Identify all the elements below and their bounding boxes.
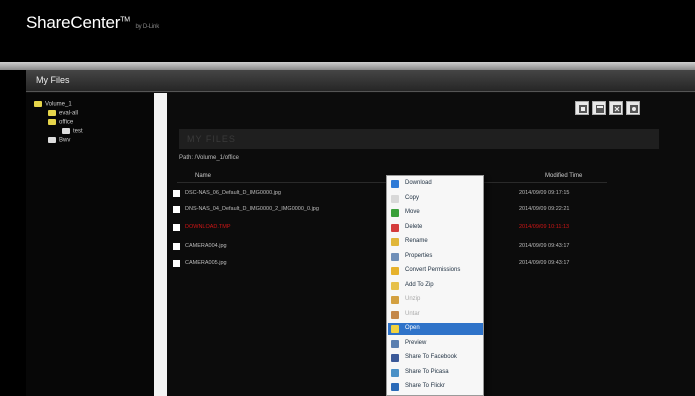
file-name: CAMERA005.jpg [185, 260, 227, 266]
files-pane-header: MY FILES [179, 129, 659, 149]
menu-item-share-to-facebook[interactable]: Share To Facebook [388, 352, 483, 364]
menu-item-share-to-flickr[interactable]: Share To Flickr [388, 381, 483, 393]
folder-tree: Volume_1 eval-all office test Bwv [26, 93, 154, 396]
properties-icon [391, 252, 399, 261]
menu-item-unzip[interactable]: Unzip [388, 294, 483, 306]
menu-item-properties[interactable]: Properties [388, 251, 483, 263]
new-folder-icon[interactable] [592, 101, 606, 115]
row-checkbox[interactable] [173, 243, 180, 250]
menu-item-label: Properties [405, 252, 433, 259]
my-files-window: My Files Volume_1 eval-all office test B… [26, 70, 695, 396]
breadcrumb: Path: /Volume_1/office [179, 155, 239, 161]
file-name: CAMERA004.jpg [185, 243, 227, 249]
picasa-icon [391, 368, 399, 377]
menu-item-download[interactable]: Download [388, 178, 483, 190]
row-checkbox[interactable] [173, 224, 180, 231]
column-header-modified[interactable]: Modified Time [545, 173, 582, 179]
facebook-icon [391, 354, 399, 362]
brand-name: ShareCenter [26, 13, 121, 32]
preview-icon [391, 339, 399, 348]
menu-item-label: Download [405, 180, 432, 186]
file-modified: 2014/09/09 10:11:13 [519, 224, 570, 230]
rename-icon [391, 238, 399, 246]
settings-icon[interactable] [626, 101, 640, 115]
tree-item-label: Bwv [59, 137, 71, 144]
app-header: ShareCenterTM by D-Link [0, 0, 695, 62]
folder-icon [62, 128, 70, 134]
tree-item-volume[interactable]: Volume_1 [34, 101, 72, 108]
download-icon [391, 180, 399, 188]
flickr-icon [391, 383, 399, 391]
file-modified: 2014/09/09 09:22:21 [519, 206, 570, 212]
unzip-icon [391, 296, 399, 304]
menu-item-label: Delete [405, 223, 423, 230]
upload-icon[interactable] [575, 101, 589, 115]
menu-item-label: Preview [405, 339, 427, 346]
folder-icon [48, 137, 56, 143]
folder-icon [48, 110, 56, 116]
folder-icon [34, 101, 42, 107]
column-header-name[interactable]: Name [195, 173, 211, 179]
menu-item-label: Share To Picasa [405, 368, 449, 375]
tree-item-eval[interactable]: eval-all [48, 110, 78, 117]
menu-item-label: Rename [405, 238, 428, 244]
menu-item-copy[interactable]: Copy [388, 193, 483, 205]
permissions-icon [391, 267, 399, 275]
window-title: My Files [36, 75, 70, 85]
file-modified: 2014/09/09 09:43:17 [519, 243, 570, 249]
move-icon [391, 209, 399, 217]
brand-by: by D-Link [135, 24, 159, 30]
file-name: DNS-NAS_04_Default_D_IMG0000_2_IMG0000_0… [185, 206, 319, 212]
file-name: DSC-NAS_06_Default_D_IMG0000.jpg [185, 190, 281, 196]
file-name: DOWNLOAD.TMP [185, 224, 231, 230]
row-checkbox[interactable] [173, 190, 180, 197]
row-checkbox[interactable] [173, 206, 180, 213]
file-modified: 2014/09/09 09:43:17 [519, 260, 570, 266]
menu-item-label: Add To Zip [405, 281, 434, 288]
menu-item-delete[interactable]: Delete [388, 222, 483, 234]
menu-item-move[interactable]: Move [388, 207, 483, 219]
pane-title: MY FILES [187, 134, 236, 144]
menu-item-label: Convert Permissions [405, 267, 461, 273]
app-logo: ShareCenterTM by D-Link [26, 13, 159, 33]
menu-item-add-to-zip[interactable]: Add To Zip [388, 280, 483, 292]
tree-item-label: test [73, 128, 83, 135]
zip-icon [391, 281, 399, 290]
menu-item-label: Share To Flickr [405, 383, 445, 389]
menu-item-convert-permissions[interactable]: Convert Permissions [388, 265, 483, 277]
file-modified: 2014/09/09 09:17:15 [519, 190, 570, 196]
panel-splitter[interactable] [154, 93, 167, 396]
delete-icon [391, 223, 399, 232]
tree-item-test[interactable]: test [62, 128, 83, 135]
tree-item-office[interactable]: office [48, 119, 73, 126]
open-icon [391, 325, 399, 333]
menu-item-untar[interactable]: Untar [388, 309, 483, 321]
header-divider [0, 62, 695, 70]
menu-item-label: Copy [405, 194, 420, 201]
menu-item-rename[interactable]: Rename [388, 236, 483, 248]
menu-item-label: Open [405, 325, 420, 331]
menu-item-share-to-picasa[interactable]: Share To Picasa [388, 367, 483, 379]
brand-tm: TM [120, 16, 130, 24]
folder-icon [48, 119, 56, 125]
menu-item-label: Move [405, 209, 420, 215]
context-menu: Download Copy Move Delete Rename Properties Co… [386, 175, 484, 396]
menu-item-preview[interactable]: Preview [388, 338, 483, 350]
tree-item-label: eval-all [59, 110, 79, 117]
menu-item-open[interactable]: Open [388, 323, 483, 335]
menu-item-label: Unzip [405, 296, 421, 302]
tree-item-bwv[interactable]: Bwv [48, 137, 70, 144]
menu-item-label: Share To Facebook [405, 354, 457, 360]
menu-item-label: Untar [405, 310, 420, 317]
window-title-bar: My Files [26, 70, 695, 92]
tree-item-label: office [59, 119, 74, 126]
copy-icon [391, 194, 399, 203]
tree-item-label: Volume_1 [45, 101, 72, 108]
download-icon[interactable] [609, 101, 623, 115]
row-checkbox[interactable] [173, 260, 180, 267]
untar-icon [391, 310, 399, 319]
